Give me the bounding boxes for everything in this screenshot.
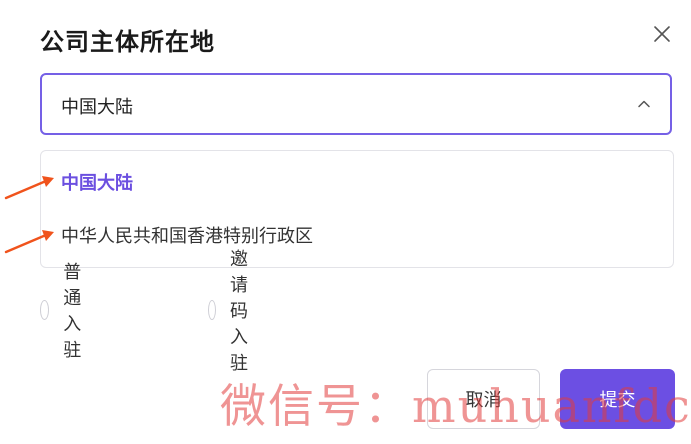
radio-normal-entry[interactable]: 普通入驻 xyxy=(40,262,92,361)
radio-invite-code-entry[interactable]: 邀请码入驻 xyxy=(208,249,260,374)
dropdown-menu: 中国大陆 中华人民共和国香港特别行政区 xyxy=(40,150,674,268)
close-button[interactable] xyxy=(650,22,674,46)
submit-button[interactable]: 提交 xyxy=(560,369,675,429)
dialog: 公司主体所在地 中国大陆 中国大陆 中华人民共和国香港特别行政区 普通入驻 邀请… xyxy=(0,0,691,444)
radio-circle-icon[interactable] xyxy=(208,300,216,320)
dropdown-option-hongkong[interactable]: 中华人民共和国香港特别行政区 xyxy=(41,215,673,259)
location-select[interactable]: 中国大陆 xyxy=(40,73,672,135)
arrow-pointer-icon xyxy=(4,226,56,256)
radio-label: 邀请码入驻 xyxy=(230,249,248,374)
chevron-up-icon xyxy=(636,96,652,112)
dropdown-option-mainland[interactable]: 中国大陆 xyxy=(41,162,673,206)
radio-circle-icon[interactable] xyxy=(40,300,50,320)
cancel-button[interactable]: 取消 xyxy=(427,369,540,429)
dialog-title: 公司主体所在地 xyxy=(40,28,215,56)
radio-label: 普通入驻 xyxy=(63,262,82,361)
select-value: 中国大陆 xyxy=(61,97,133,118)
close-icon xyxy=(654,26,670,42)
arrow-pointer-icon xyxy=(4,172,56,202)
